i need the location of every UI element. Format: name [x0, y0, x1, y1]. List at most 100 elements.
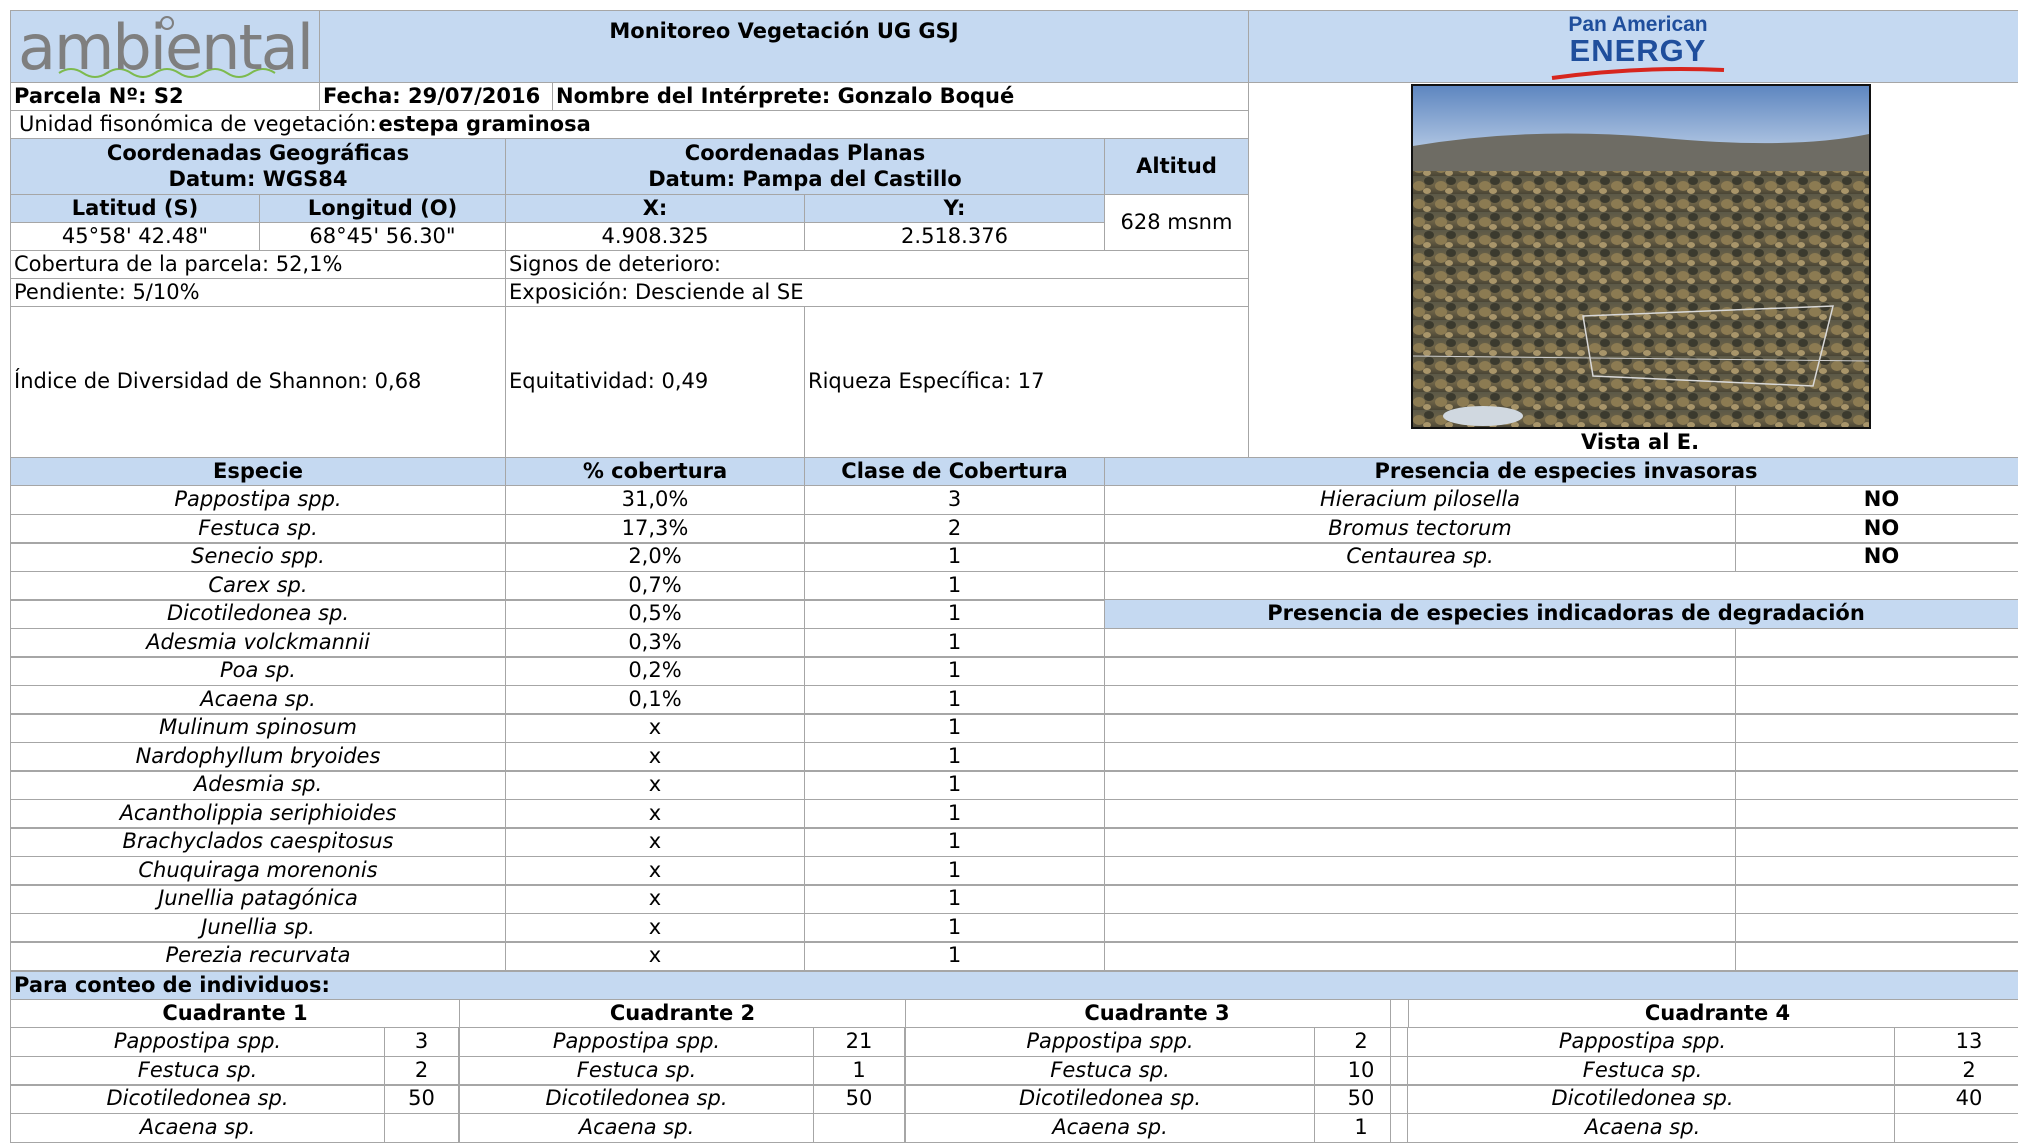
species-name-cell: Festuca sp. [10, 514, 506, 544]
blank-row [1104, 571, 2018, 601]
quadrant-species-cell: Pappostipa spp. [10, 1027, 385, 1057]
species-name-cell: Brachyclados caespitosus [10, 827, 506, 857]
riqueza-especifica: Riqueza Específica: 17 [804, 306, 1249, 458]
species-name-cell: Nardophyllum bryoides [10, 742, 506, 772]
page-title: Monitoreo Vegetación UG GSJ [319, 10, 1249, 83]
monitoring-sheet: ambiental Monitoreo Vegetación UG GSJ Pa… [0, 0, 2018, 1143]
species-cover-cell: x [505, 799, 805, 829]
species-name-cell: Chuquiraga morenonis [10, 856, 506, 886]
degradation-species-cell [1104, 884, 1736, 914]
plan-coords-datum: Datum: Pampa del Castillo [648, 166, 962, 191]
y-value: 2.518.376 [804, 222, 1105, 251]
ambiental-logo: ambiental [10, 10, 320, 83]
geo-coords-title: Coordenadas Geográficas [106, 141, 410, 166]
count-title: Para conteo de individuos: [10, 971, 2018, 1000]
species-cover-cell: 31,0% [505, 485, 805, 515]
degradation-species-cell [1104, 827, 1736, 857]
degradation-presence-cell [1735, 941, 2018, 971]
degradation-title: Presencia de especies indicadoras de deg… [1104, 599, 2018, 629]
species-cover-cell: 0,7% [505, 571, 805, 601]
plan-coords-title: Coordenadas Planas [684, 141, 926, 166]
quadrant-species-cell: Pappostipa spp. [1390, 1027, 1895, 1057]
fecha-field: Fecha: 29/07/2016 [319, 82, 553, 111]
species-cover-cell: x [505, 856, 805, 886]
altitud-value: 628 msnm [1104, 194, 1249, 251]
species-name-cell: Perezia recurvata [10, 941, 506, 971]
invasive-presence-cell: NO [1735, 514, 2018, 544]
species-class-cell: 1 [804, 827, 1105, 857]
species-cover-cell: x [505, 713, 805, 743]
y-header: Y: [804, 194, 1105, 223]
species-header-cell: % cobertura [505, 457, 805, 486]
quadrant-count-cell: 3 [384, 1027, 459, 1057]
invasive-presence-cell: NO [1735, 485, 2018, 515]
species-cover-cell: x [505, 941, 805, 971]
vegetation-photo [1411, 84, 1871, 429]
unidad-fisonomica-value: estepa graminosa [378, 111, 591, 136]
species-name-cell: Acantholippia seriphioides [10, 799, 506, 829]
species-header-cell: Clase de Cobertura [804, 457, 1105, 486]
degradation-presence-cell [1735, 742, 2018, 772]
exposicion: Exposición: Desciende al SE [505, 278, 1249, 307]
species-cover-cell: x [505, 884, 805, 914]
invasive-species-cell: Hieracium pilosella [1104, 485, 1736, 515]
quadrant-species-cell: Pappostipa spp. [905, 1027, 1315, 1057]
species-class-cell: 3 [804, 485, 1105, 515]
species-cover-cell: x [505, 827, 805, 857]
species-name-cell: Adesmia sp. [10, 770, 506, 800]
species-header-cell: Especie [10, 457, 506, 486]
photo-caption: Vista al E. [1580, 430, 1700, 454]
latitud-header: Latitud (S) [10, 194, 260, 223]
geo-coords-header: Coordenadas Geográficas Datum: WGS84 [10, 138, 506, 195]
degradation-presence-cell [1735, 827, 2018, 857]
species-cover-cell: 0,5% [505, 599, 805, 629]
plan-coords-header: Coordenadas Planas Datum: Pampa del Cast… [505, 138, 1105, 195]
pan-american-logo: Pan American ENERGY [1248, 10, 2018, 83]
species-name-cell: Junellia sp. [10, 913, 506, 943]
degradation-presence-cell [1735, 628, 2018, 658]
degradation-species-cell [1104, 713, 1736, 743]
species-cover-cell: 0,2% [505, 656, 805, 686]
quadrant-species-cell: Dicotiledonea sp. [905, 1084, 1315, 1114]
altitud-header: Altitud [1104, 138, 1249, 195]
quadrant-count-cell: 13 [1894, 1027, 2018, 1057]
degradation-species-cell [1104, 770, 1736, 800]
geo-coords-datum: Datum: WGS84 [168, 166, 348, 191]
species-class-cell: 1 [804, 884, 1105, 914]
quadrant-species-cell: Dicotiledonea sp. [1390, 1084, 1895, 1114]
quadrant-count-cell: 21 [813, 1027, 905, 1057]
species-cover-cell: 0,1% [505, 685, 805, 715]
quadrant-header: Cuadrante 1 [10, 999, 460, 1028]
species-class-cell: 1 [804, 542, 1105, 572]
species-cover-cell: x [505, 770, 805, 800]
quadrant-header: Cuadrante 2 [459, 999, 906, 1028]
species-cover-cell: x [505, 913, 805, 943]
species-name-cell: Junellia patagónica [10, 884, 506, 914]
species-class-cell: 1 [804, 856, 1105, 886]
species-name-cell: Poa sp. [10, 656, 506, 686]
species-class-cell: 1 [804, 913, 1105, 943]
invasive-species-cell: Centaurea sp. [1104, 542, 1736, 572]
species-name-cell: Dicotiledonea sp. [10, 599, 506, 629]
species-class-cell: 1 [804, 599, 1105, 629]
invasive-presence-cell: NO [1735, 542, 2018, 572]
pan-american-logo-line1: Pan American [1568, 12, 1708, 36]
species-class-cell: 1 [804, 628, 1105, 658]
quadrant-species-cell: Festuca sp. [459, 1056, 814, 1086]
cobertura-parcela: Cobertura de la parcela: 52,1% [10, 250, 506, 279]
degradation-presence-cell [1735, 913, 2018, 943]
quadrant-header: Cuadrante 3 [905, 999, 1409, 1028]
quadrant-count-cell: 50 [384, 1084, 459, 1114]
species-name-cell: Adesmia volckmannii [10, 628, 506, 658]
degradation-presence-cell [1735, 656, 2018, 686]
species-class-cell: 1 [804, 770, 1105, 800]
degradation-presence-cell [1735, 685, 2018, 715]
species-name-cell: Acaena sp. [10, 685, 506, 715]
species-class-cell: 1 [804, 941, 1105, 971]
degradation-species-cell [1104, 799, 1736, 829]
quadrant-species-cell: Dicotiledonea sp. [10, 1084, 385, 1114]
degradation-species-cell [1104, 941, 1736, 971]
species-name-cell: Carex sp. [10, 571, 506, 601]
steppe-landscape-image [1413, 86, 1869, 427]
degradation-species-cell [1104, 628, 1736, 658]
